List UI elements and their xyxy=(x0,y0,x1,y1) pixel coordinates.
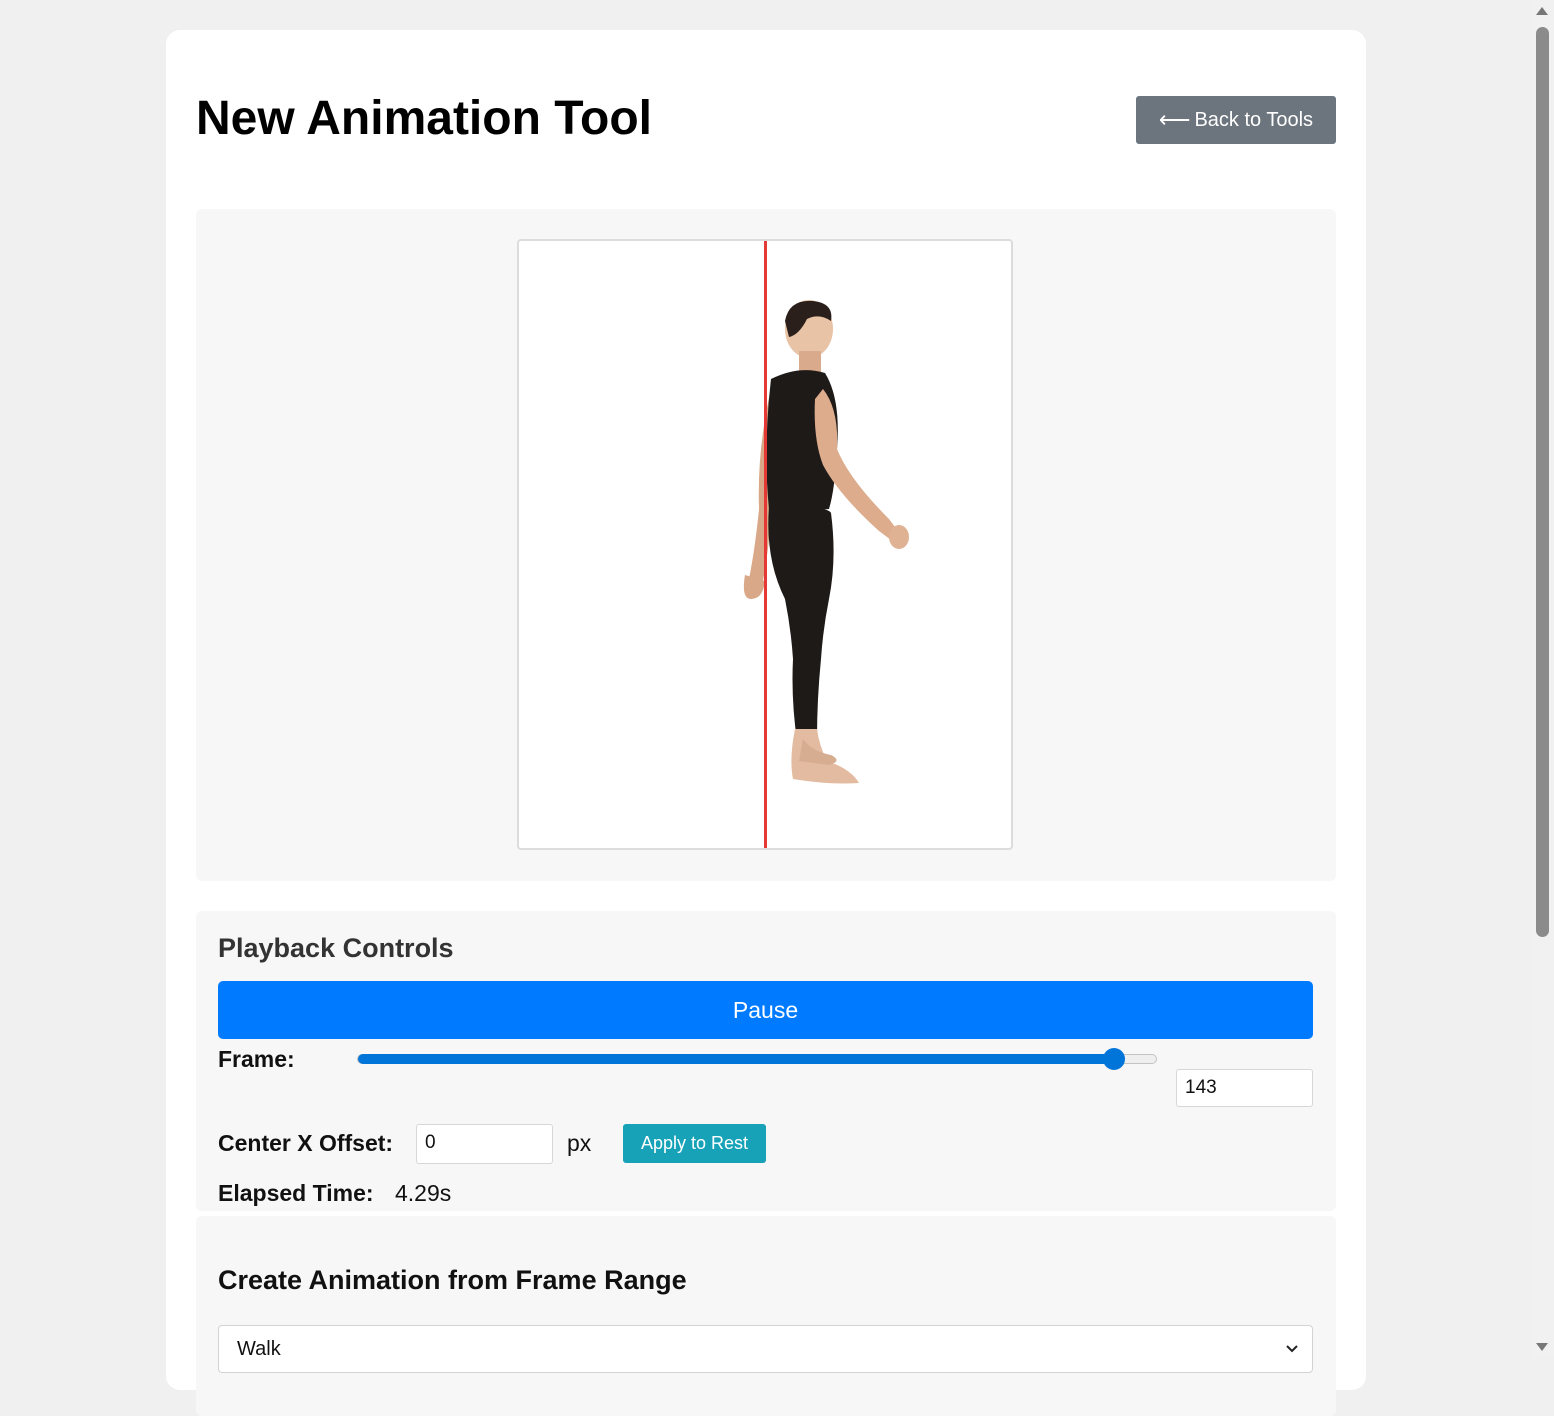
center-guide-line xyxy=(764,241,767,848)
elapsed-time-value: 4.29s xyxy=(395,1180,452,1206)
pause-button[interactable]: Pause xyxy=(218,981,1313,1039)
create-animation-panel: Create Animation from Frame Range Walk xyxy=(196,1216,1336,1416)
page-title: New Animation Tool xyxy=(196,92,652,145)
frame-slider-fill xyxy=(358,1054,1114,1064)
apply-to-rest-button[interactable]: Apply to Rest xyxy=(623,1124,766,1163)
offset-unit-label: px xyxy=(567,1130,592,1156)
preview-panel xyxy=(196,209,1336,881)
animation-canvas xyxy=(517,239,1013,850)
animation-select[interactable]: Walk xyxy=(218,1325,1313,1373)
left-arrow-icon: ⟵ xyxy=(1158,107,1191,132)
page-scrollbar[interactable] xyxy=(1531,0,1554,1358)
playback-controls-heading: Playback Controls xyxy=(218,933,454,963)
elapsed-time-label: Elapsed Time: xyxy=(218,1180,374,1206)
person-figure-image xyxy=(743,300,909,784)
scrollbar-thumb[interactable] xyxy=(1536,27,1549,937)
frame-number-input[interactable]: 143 xyxy=(1176,1069,1313,1107)
frame-slider-thumb[interactable] xyxy=(1102,1048,1125,1070)
back-to-tools-label: Back to Tools xyxy=(1194,108,1314,131)
center-x-offset-label: Center X Offset: xyxy=(218,1130,394,1156)
chevron-down-icon xyxy=(1286,1345,1298,1353)
frame-slider[interactable] xyxy=(357,1048,1157,1070)
create-animation-heading: Create Animation from Frame Range xyxy=(218,1265,687,1295)
tool-page: New Animation Tool ⟵ Back to Tools Playb… xyxy=(166,30,1366,1416)
scroll-up-arrow-icon[interactable] xyxy=(1536,7,1548,15)
frame-label: Frame: xyxy=(218,1046,295,1072)
back-to-tools-button[interactable]: ⟵ Back to Tools xyxy=(1136,96,1336,144)
center-x-offset-input[interactable]: 0 xyxy=(416,1124,553,1164)
playback-controls-panel: Playback Controls Pause Frame: 143 Cente… xyxy=(196,911,1336,1211)
scroll-down-arrow-icon[interactable] xyxy=(1536,1343,1548,1351)
